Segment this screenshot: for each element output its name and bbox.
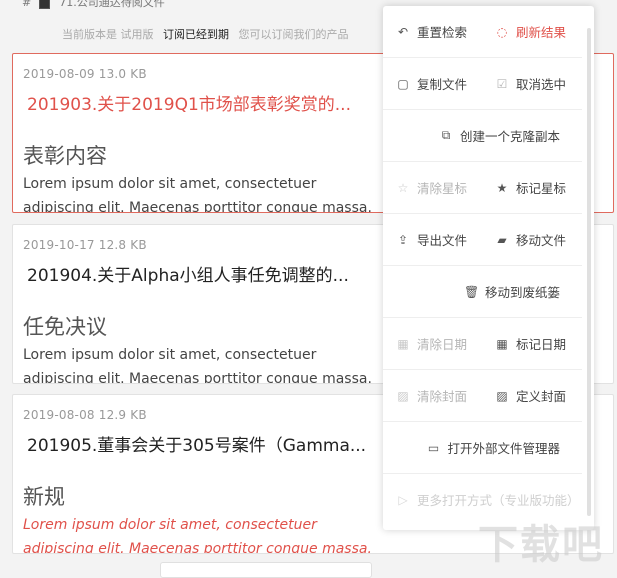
export-file-item[interactable]: ⇪ 导出文件 (396, 214, 467, 265)
note-body: Lorem ipsum dolor sit amet, consectetuer… (23, 172, 403, 213)
clear-date-label: 清除日期 (417, 337, 468, 352)
reset-search-item[interactable]: ↶ 重置检索 (396, 6, 467, 57)
clear-cover-item[interactable]: ▨ 清除封面 (396, 370, 467, 421)
image-icon: ▨ (496, 388, 508, 403)
deselect-item[interactable]: ☑ 取消选中 (495, 58, 566, 109)
mark-date-label: 标记日期 (516, 337, 567, 352)
refresh-results-label: 刷新结果 (516, 25, 567, 40)
note-meta: 2019-10-17 12.8 KB (23, 238, 147, 252)
note-meta: 2019-08-09 13.0 KB (23, 67, 147, 81)
menu-row: ⧉ 创建一个克隆副本 (383, 110, 582, 162)
note-title: 201903.关于2019Q1市场部表彰奖赏的... (27, 95, 351, 115)
play-icon: ▷ (398, 492, 408, 507)
menu-row: ▨ 清除封面 ▨ 定义封面 (383, 370, 582, 422)
open-external-label: 打开外部文件管理器 (447, 441, 560, 456)
set-cover-label: 定义封面 (516, 389, 567, 404)
note-heading: 表彰内容 (23, 144, 107, 168)
star-outline-icon: ☆ (397, 180, 409, 195)
breadcrumb[interactable]: # 71.公司通达待阅文件 (22, 0, 165, 10)
note-body-line: adipiscing elit. Maecenas porttitor cong… (23, 541, 372, 554)
mark-star-label: 标记星标 (516, 181, 567, 196)
trash-icon: 🗑 (463, 284, 480, 299)
mark-date-item[interactable]: ▦ 标记日期 (495, 318, 566, 369)
create-clone-label: 创建一个克隆副本 (459, 129, 560, 144)
subscription-status[interactable]: 订阅已经到期 (163, 28, 229, 41)
clipboard-icon: ▢ (397, 76, 409, 91)
clear-star-label: 清除星标 (417, 181, 468, 196)
menu-row: ▦ 清除日期 ▦ 标记日期 (383, 318, 582, 370)
menu-row: ☆ 清除星标 ★ 标记星标 (383, 162, 582, 214)
note-title: 201905.董事会关于305号案件（Gamma... (27, 436, 367, 456)
checkbox-icon: ☑ (496, 76, 508, 91)
menu-row: ▢ 复制文件 ☑ 取消选中 (383, 58, 582, 110)
note-body: Lorem ipsum dolor sit amet, consectetuer… (23, 343, 403, 384)
image-icon: ▨ (397, 388, 409, 403)
note-heading: 任免决议 (23, 315, 107, 339)
watermark-logo: 下载吧 (478, 522, 604, 568)
context-menu: ↶ 重置检索 ◌ 刷新结果 ▢ 复制文件 ☑ 取消选中 ⧉ 创建一个克隆副本 ☆… (383, 6, 594, 530)
note-body-line: adipiscing elit. Maecenas porttitor cong… (23, 371, 372, 384)
breadcrumb-text: 71.公司通达待阅文件 (59, 0, 165, 9)
move-to-trash-item[interactable]: 🗑 移动到废纸篓 (464, 266, 560, 317)
note-meta: 2019-08-08 12.9 KB (23, 408, 147, 422)
copy-file-label: 复制文件 (417, 77, 468, 92)
calendar-icon: ▦ (496, 336, 508, 351)
set-cover-item[interactable]: ▨ 定义封面 (495, 370, 566, 421)
menu-row: ↶ 重置检索 ◌ 刷新结果 (383, 6, 582, 58)
clear-cover-label: 清除封面 (417, 389, 468, 404)
refresh-results-item[interactable]: ◌ 刷新结果 (495, 6, 566, 57)
folder-icon (38, 0, 50, 9)
note-body: Lorem ipsum dolor sit amet, consectetuer… (23, 513, 403, 554)
move-file-item[interactable]: ▰ 移动文件 (495, 214, 566, 265)
star-icon: ★ (496, 180, 508, 195)
truck-icon: ▰ (497, 232, 507, 247)
note-body-line: Lorem ipsum dolor sit amet, consectetuer (23, 347, 317, 363)
deselect-label: 取消选中 (516, 77, 567, 92)
open-external-item[interactable]: ▭ 打开外部文件管理器 (426, 422, 560, 473)
note-body-line: Lorem ipsum dolor sit amet, consectetuer (23, 176, 317, 192)
monitor-icon: ▭ (427, 440, 440, 455)
export-icon: ⇪ (397, 232, 409, 247)
note-heading: 新规 (23, 485, 65, 509)
more-open-label: 更多打开方式（专业版功能） (417, 493, 580, 508)
bottom-input-field[interactable] (160, 562, 372, 578)
undo-icon: ↶ (397, 24, 409, 39)
clear-date-item[interactable]: ▦ 清除日期 (396, 318, 467, 369)
mark-star-item[interactable]: ★ 标记星标 (495, 162, 566, 213)
version-notice: 当前版本是 试用版 订阅已经到期 您可以订阅我们的产品 (62, 26, 349, 42)
create-clone-item[interactable]: ⧉ 创建一个克隆副本 (439, 110, 560, 161)
move-to-trash-label: 移动到废纸篓 (484, 285, 560, 300)
move-file-label: 移动文件 (516, 233, 567, 248)
menu-row: 🗑 移动到废纸篓 (383, 266, 582, 318)
note-body-line: adipiscing elit. Maecenas porttitor cong… (23, 200, 372, 213)
note-title: 201904.关于Alpha小组人事任免调整的... (27, 266, 349, 286)
refresh-icon: ◌ (496, 24, 508, 39)
hash-label: # (22, 0, 32, 9)
reset-search-label: 重置检索 (417, 25, 468, 40)
version-suffix: 您可以订阅我们的产品 (238, 28, 349, 41)
calendar-icon: ▦ (397, 336, 409, 351)
menu-scrollbar[interactable] (587, 28, 591, 516)
version-prefix: 当前版本是 试用版 (62, 28, 154, 41)
export-file-label: 导出文件 (417, 233, 468, 248)
note-body-line: Lorem ipsum dolor sit amet, consectetuer (23, 517, 317, 533)
clear-star-item[interactable]: ☆ 清除星标 (396, 162, 467, 213)
menu-row: ▭ 打开外部文件管理器 (383, 422, 582, 474)
menu-row: ⇪ 导出文件 ▰ 移动文件 (383, 214, 582, 266)
clone-icon: ⧉ (441, 128, 451, 142)
copy-file-item[interactable]: ▢ 复制文件 (396, 58, 467, 109)
